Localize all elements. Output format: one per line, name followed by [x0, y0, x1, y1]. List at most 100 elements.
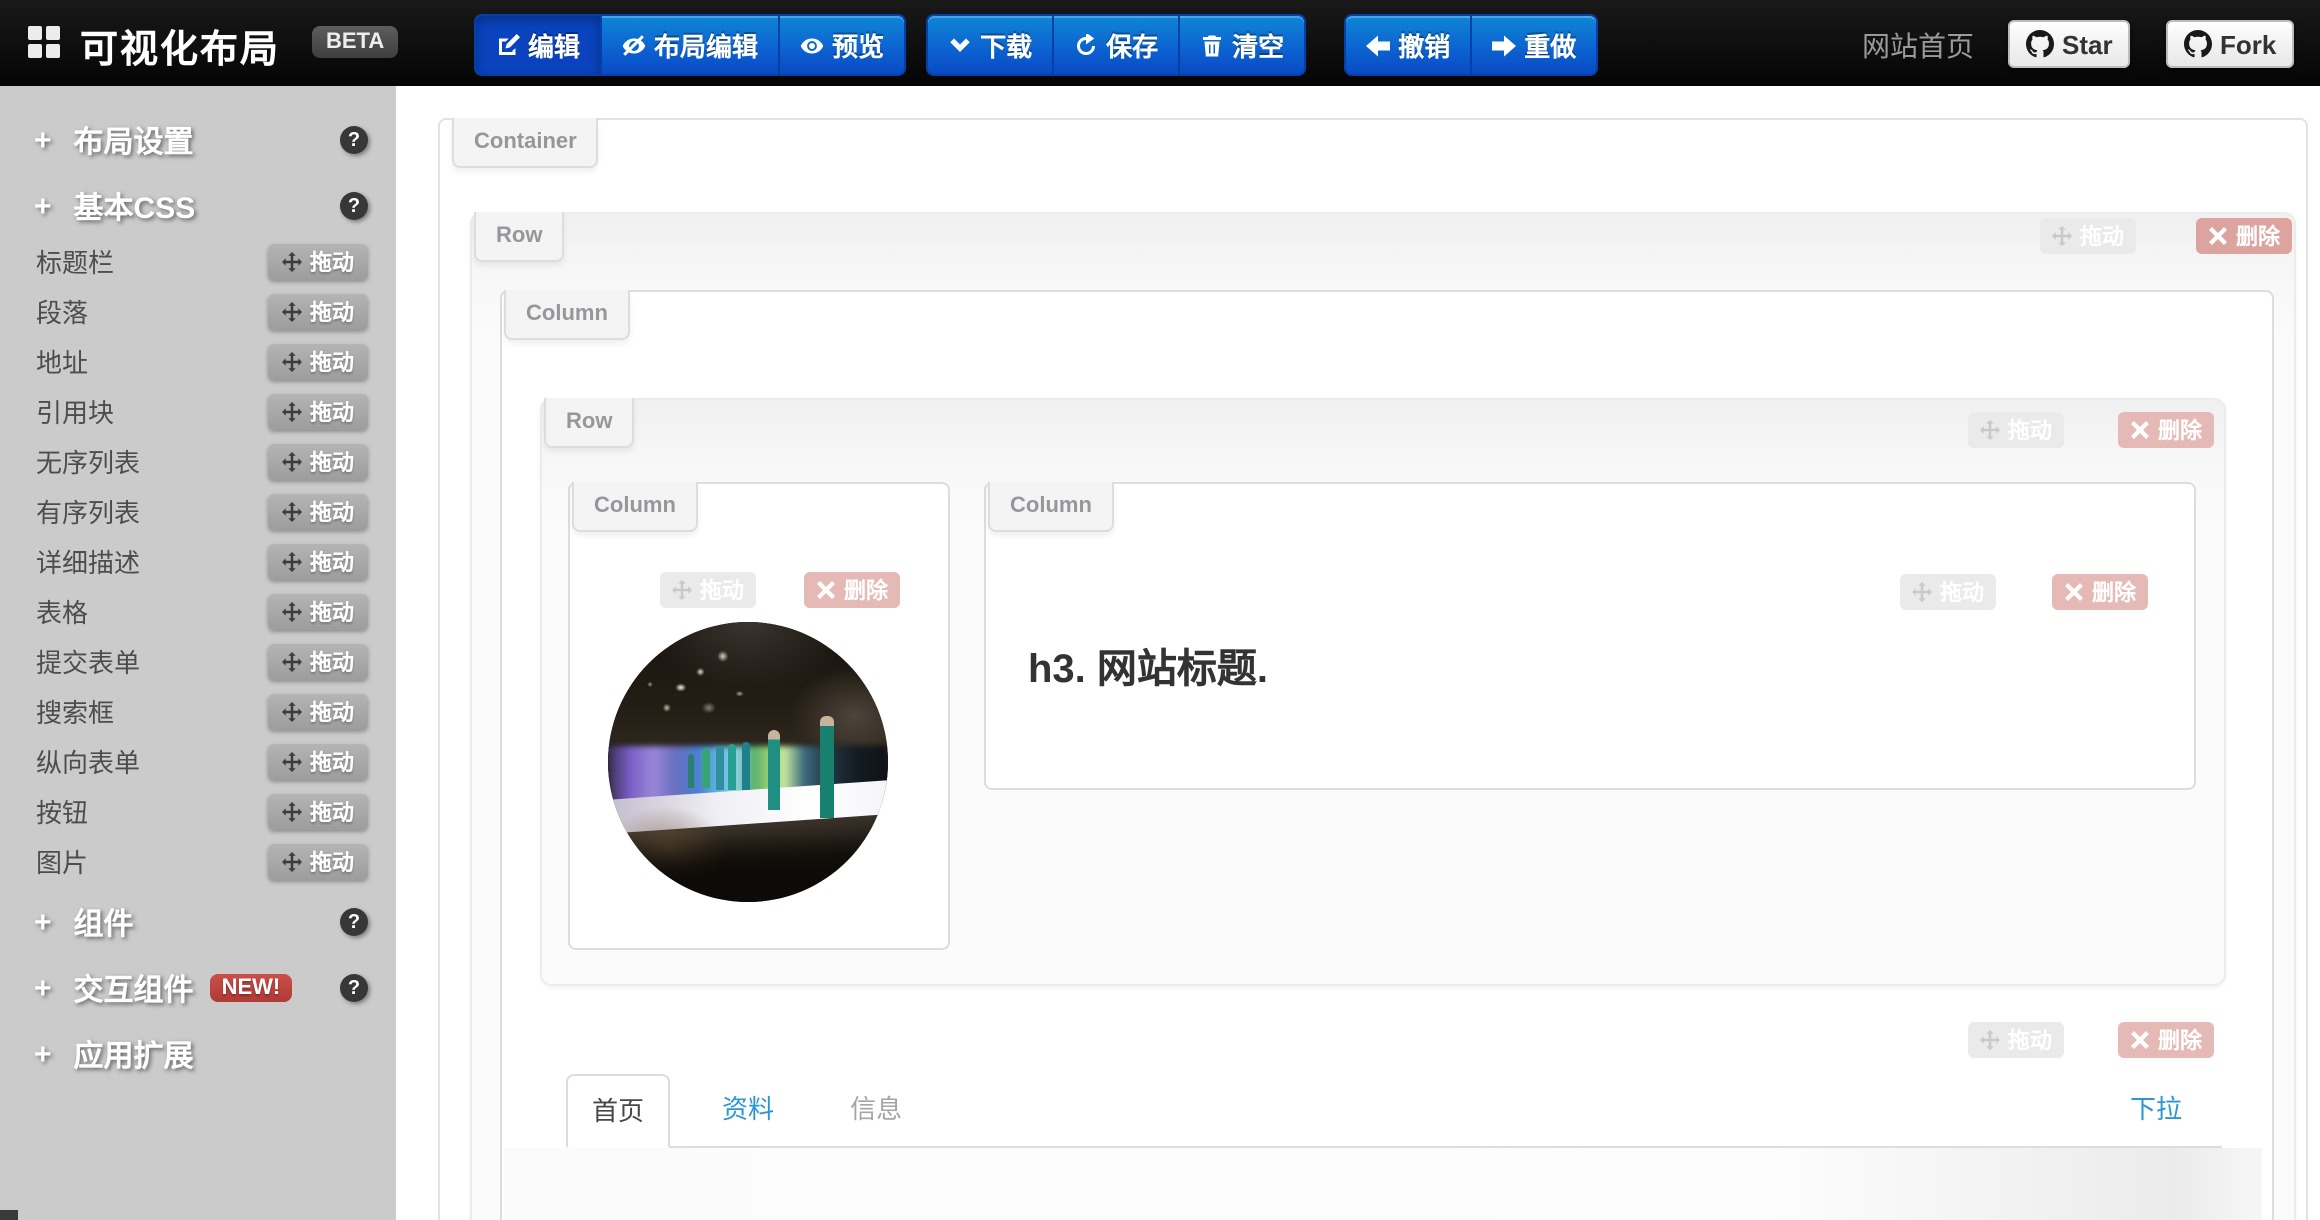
- scrollbar-corner[interactable]: [0, 1210, 18, 1220]
- sidebar-item: 表格 拖动: [0, 586, 396, 636]
- github-fork-button[interactable]: Fork: [2166, 20, 2294, 68]
- help-badge[interactable]: ?: [340, 908, 368, 936]
- delete-button-label: 删除: [2158, 414, 2202, 446]
- site-home-link[interactable]: 网站首页: [1862, 26, 1974, 66]
- preview-button[interactable]: 预览: [778, 14, 906, 76]
- move-icon: [282, 301, 302, 321]
- help-badge[interactable]: ?: [340, 974, 368, 1002]
- nav-delete-button[interactable]: 删除: [2118, 1022, 2214, 1058]
- layout-edit-button[interactable]: 布局编辑: [600, 14, 780, 76]
- download-button[interactable]: 下载: [926, 14, 1054, 76]
- new-badge: NEW!: [210, 974, 293, 1002]
- section-label: 基本CSS: [74, 185, 196, 227]
- drag-handle-button[interactable]: 拖动: [268, 643, 368, 679]
- tab-dropdown[interactable]: 下拉: [2106, 1074, 2206, 1144]
- image-drag-button[interactable]: 拖动: [660, 572, 756, 608]
- sidebar-item-label: 段落: [36, 292, 88, 330]
- drag-button-label: 拖动: [700, 574, 744, 606]
- delete-button-label: 删除: [2158, 1024, 2202, 1056]
- app-title: 可视化布局: [80, 20, 280, 74]
- image-delete-button[interactable]: 删除: [804, 572, 900, 608]
- github-star-label: Star: [2062, 29, 2113, 59]
- row-outer-delete-button[interactable]: 删除: [2196, 218, 2292, 254]
- drag-button-label: 拖动: [310, 345, 354, 377]
- sidebar-section-basic-css[interactable]: + 基本CSS ?: [0, 176, 396, 236]
- clear-button[interactable]: 清空: [1178, 14, 1306, 76]
- model-silhouette: [742, 742, 750, 790]
- sidebar-item: 段落 拖动: [0, 286, 396, 336]
- drag-button-label: 拖动: [310, 395, 354, 427]
- model-silhouette: [688, 754, 694, 788]
- drag-handle-button[interactable]: 拖动: [268, 543, 368, 579]
- sidebar-item: 标题栏 拖动: [0, 236, 396, 286]
- app-window: 可视化布局 BETA 编辑 布局编辑 预览: [0, 0, 2320, 1220]
- drag-handle-button[interactable]: 拖动: [268, 243, 368, 279]
- row-inner-drag-button[interactable]: 拖动: [1968, 412, 2064, 448]
- delete-button-label: 删除: [2236, 220, 2280, 252]
- plus-icon: +: [34, 189, 52, 223]
- sidebar-item: 纵向表单 拖动: [0, 736, 396, 786]
- drag-button-label: 拖动: [310, 795, 354, 827]
- layout-edit-button-label: 布局编辑: [654, 26, 758, 64]
- sidebar-item-label: 搜索框: [36, 692, 114, 730]
- sidebar-section-components[interactable]: + 组件 ?: [0, 892, 396, 952]
- row-outer-drag-button[interactable]: 拖动: [2040, 218, 2136, 254]
- row-tab-label: Row: [474, 212, 564, 262]
- help-badge[interactable]: ?: [340, 126, 368, 154]
- header-toolbar: 编辑 布局编辑 预览 下载 保存: [474, 14, 1598, 76]
- drag-handle-button[interactable]: 拖动: [268, 743, 368, 779]
- row-inner-delete-button[interactable]: 删除: [2118, 412, 2214, 448]
- move-icon: [282, 501, 302, 521]
- component-sidebar: + 布局设置 ? + 基本CSS ? 标题栏 拖动 段落: [0, 86, 396, 1220]
- edit-button[interactable]: 编辑: [474, 14, 602, 76]
- sidebar-section-interactive-components[interactable]: + 交互组件 NEW! ?: [0, 958, 396, 1018]
- undo-button-label: 撤销: [1398, 26, 1450, 64]
- drag-button-label: 拖动: [310, 295, 354, 327]
- drag-handle-button[interactable]: 拖动: [268, 793, 368, 829]
- move-icon: [282, 251, 302, 271]
- github-star-button[interactable]: Star: [2008, 20, 2131, 68]
- drag-button-label: 拖动: [310, 495, 354, 527]
- drag-handle-button[interactable]: 拖动: [268, 693, 368, 729]
- app-logo-icon: [28, 26, 60, 58]
- section-label: 交互组件: [74, 967, 194, 1009]
- heading-delete-button[interactable]: 删除: [2052, 574, 2148, 610]
- drag-handle-button[interactable]: 拖动: [268, 343, 368, 379]
- tab-info[interactable]: 信息: [826, 1074, 926, 1146]
- drag-handle-button[interactable]: 拖动: [268, 493, 368, 529]
- section-label: 组件: [74, 901, 134, 943]
- drag-handle-button[interactable]: 拖动: [268, 443, 368, 479]
- github-fork-label: Fork: [2220, 29, 2276, 59]
- drag-handle-button[interactable]: 拖动: [268, 843, 368, 879]
- redo-button[interactable]: 重做: [1470, 14, 1598, 76]
- save-refresh-icon: [1074, 33, 1098, 57]
- model-silhouette: [728, 744, 736, 790]
- help-badge[interactable]: ?: [340, 192, 368, 220]
- column-tab-label: Column: [504, 290, 630, 340]
- save-button[interactable]: 保存: [1052, 14, 1180, 76]
- tab-profile[interactable]: 资料: [698, 1074, 798, 1146]
- delete-button-label: 删除: [844, 574, 888, 606]
- move-icon: [282, 701, 302, 721]
- sidebar-section-app-extensions[interactable]: + 应用扩展: [0, 1024, 396, 1084]
- sidebar-section-layout-settings[interactable]: + 布局设置 ?: [0, 110, 396, 170]
- github-octocat-icon: [2026, 30, 2054, 58]
- undo-button[interactable]: 撤销: [1344, 14, 1472, 76]
- model-silhouette: [820, 716, 834, 818]
- chevron-down-icon: [948, 33, 972, 57]
- x-icon: [2130, 420, 2150, 440]
- move-icon: [282, 601, 302, 621]
- drag-handle-button[interactable]: 拖动: [268, 593, 368, 629]
- move-icon: [282, 451, 302, 471]
- column-tab-label: Column: [988, 482, 1114, 532]
- tab-home[interactable]: 首页: [566, 1074, 670, 1148]
- drag-handle-button[interactable]: 拖动: [268, 293, 368, 329]
- drag-handle-button[interactable]: 拖动: [268, 393, 368, 429]
- nav-drag-button[interactable]: 拖动: [1968, 1022, 2064, 1058]
- sidebar-item-label: 提交表单: [36, 642, 140, 680]
- heading-drag-button[interactable]: 拖动: [1900, 574, 1996, 610]
- sidebar-item-label: 无序列表: [36, 442, 140, 480]
- preview-button-label: 预览: [832, 26, 884, 64]
- sidebar-item: 地址 拖动: [0, 336, 396, 386]
- plus-icon: +: [34, 971, 52, 1005]
